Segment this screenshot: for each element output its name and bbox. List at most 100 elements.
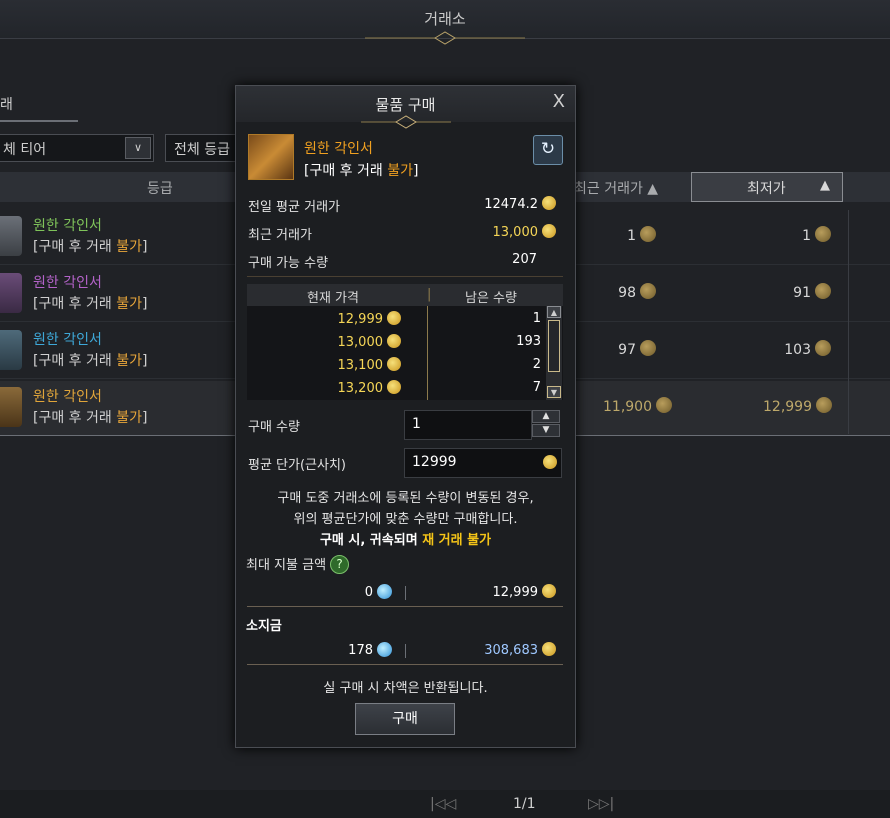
row-item-note: [구매 후 거래 불가] [33,410,148,426]
tier-dropdown-value: 체 티어 [3,142,47,158]
row-lowest-price: 103 [771,340,831,358]
prev-avg-value: 12474.2 [436,196,556,212]
row-item-note: [구매 후 거래 불가] [33,239,148,255]
max-pay-gold: 12,999 [436,584,556,600]
first-page-icon[interactable]: |◁◁ [430,796,456,812]
col-qty: 남은 수량 [465,291,517,306]
scroll-thumb[interactable] [548,320,560,372]
listing-table: 현재 가격 | 남은 수량 12,999 1 13,000 193 13,100… [247,284,563,400]
avg-price-label: 평균 단가(근사치) [248,458,346,473]
title-ornament [365,31,525,45]
close-button[interactable]: X [553,91,565,112]
gold-icon [816,397,832,413]
notice-line-2: 위의 평균단가에 맞춘 수량만 구매합니다. [293,512,518,527]
item-book-icon [248,134,294,180]
qty-input-value: 1 [412,416,421,432]
row-item-name: 원한 각인서 [33,275,102,291]
column-divider [427,306,428,400]
item-note: [구매 후 거래 불가] [304,163,419,179]
crystal-icon [377,642,392,657]
max-pay-crystal: 0 [296,584,392,600]
row-item-name: 원한 각인서 [33,332,102,348]
tab-active[interactable]: 래 [0,90,78,122]
item-thumbnail [0,387,22,427]
title-ornament [361,115,451,129]
last-page-icon[interactable]: ▷▷| [588,796,614,812]
gold-icon [542,642,556,656]
col-price: 현재 가격 [307,291,359,306]
gold-icon [640,283,656,299]
header-lowest-sort[interactable]: 최저가 ▲ [691,172,843,202]
row-lowest-price: 12,999 [740,397,832,415]
gold-icon [542,584,556,598]
row-item-note: [구매 후 거래 불가] [33,296,148,312]
window-title: 거래소 [424,10,466,28]
avg-price-value: 12999 [412,454,457,470]
refund-note: 실 구매 시 차액은 반환됩니다. [323,681,488,696]
row-recent-price: 97 [596,340,656,358]
prev-avg-label: 전일 평균 거래가 [248,200,340,215]
qty-stepper[interactable]: ▲ ▼ [532,410,560,438]
dialog-title: 물품 구매 [375,96,436,114]
gold-icon [815,283,831,299]
item-thumbnail [0,216,22,256]
tab-label: 래 [0,97,13,113]
sort-asc-icon: ▲ [820,178,830,193]
available-qty-value: 207 [512,252,537,267]
notice-line-1: 구매 도중 거래소에 등록된 수량이 변동된 경우, [277,491,534,506]
divider [247,276,563,277]
tier-dropdown[interactable]: 체 티어 ∨ [0,134,154,162]
listing-row[interactable]: 13,000 193 [247,331,547,354]
recent-price-label: 최근 거래가 [248,228,312,243]
listing-row[interactable]: 12,999 1 [247,308,547,331]
buy-button[interactable]: 구매 [355,703,455,735]
avg-price-field: 12999 [404,448,562,478]
max-pay-label: 최대 지불 금액? [246,554,350,574]
decrement-icon[interactable]: ▼ [532,424,560,437]
listing-table-header: 현재 가격 | 남은 수량 [247,284,563,306]
gold-icon [640,226,656,242]
gold-icon [542,224,556,238]
row-lowest-price: 1 [771,226,831,244]
available-qty-label: 구매 가능 수량 [248,256,329,271]
gold-icon [387,357,401,371]
scroll-up-icon[interactable]: ▲ [547,306,561,318]
value-divider [405,644,406,658]
qty-input[interactable]: 1 [404,410,532,440]
item-name: 원한 각인서 [304,141,373,157]
item-thumbnail [0,330,22,370]
row-item-name: 원한 각인서 [33,218,102,234]
listing-row[interactable]: 13,100 2 [247,354,547,377]
listing-row[interactable]: 13,200 7 [247,377,547,400]
refresh-button[interactable]: ↻ [533,135,563,165]
row-lowest-price: 91 [771,283,831,301]
gold-icon [387,311,401,325]
gold-icon [542,196,556,210]
row-recent-price: 98 [596,283,656,301]
increment-icon[interactable]: ▲ [532,410,560,423]
row-recent-price: 11,900 [580,397,672,415]
row-recent-price: 1 [596,226,656,244]
refresh-icon: ↻ [540,139,556,159]
grade-dropdown-value: 전체 등급 [174,142,230,158]
gold-icon [543,455,557,469]
help-icon[interactable]: ? [330,555,350,574]
header-lowest: 최저가 [747,181,786,197]
divider [247,606,563,607]
gold-icon [640,340,656,356]
gold-icon [815,340,831,356]
gold-icon [387,334,401,348]
grade-dropdown[interactable]: 전체 등급 [165,134,237,162]
owned-label: 소지금 [246,619,282,634]
listing-scrollbar[interactable]: ▲ ▼ [546,306,562,400]
scroll-down-icon[interactable]: ▼ [547,386,561,398]
pagination: |◁◁ 1/1 ▷▷| [0,790,890,818]
page-indicator: 1/1 [513,796,536,812]
recent-price-value: 13,000 [436,224,556,240]
header-separator: | [427,287,432,302]
notice-line-3: 구매 시, 귀속되며 재 거래 불가 [319,533,492,548]
header-grade: 등급 [147,181,173,197]
header-recent[interactable]: 최근 거래가 ▲ [574,178,658,198]
owned-crystal: 178 [296,642,392,658]
gold-icon [656,397,672,413]
